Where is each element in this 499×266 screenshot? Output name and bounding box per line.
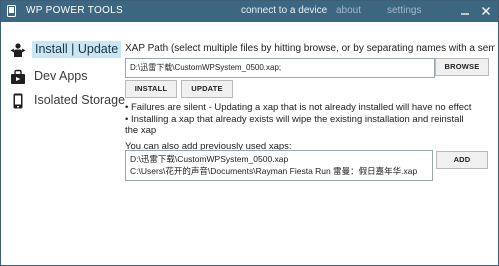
- install-icon: [10, 43, 26, 57]
- previous-xaps-label: You can also add previously used xaps:: [125, 141, 292, 150]
- nav-about-link[interactable]: about: [336, 5, 361, 16]
- minimize-icon[interactable]: [458, 4, 472, 18]
- xap-path-input[interactable]: D:\迅雷下载\CustomWPSystem_0500.xap;: [125, 58, 435, 78]
- nav-settings-link[interactable]: settings: [387, 5, 421, 16]
- title-bar: WP POWER TOOLS connect to a device about…: [1, 1, 498, 22]
- list-item[interactable]: C:\Users\花开的声音\Documents\Rayman Fiesta R…: [130, 165, 432, 177]
- sidebar-item-label: Isolated Storage: [34, 93, 126, 107]
- update-button[interactable]: UPDATE: [181, 80, 233, 98]
- xap-path-label: XAP Path (select multiple files by hitti…: [125, 43, 495, 54]
- phone-icon: [13, 93, 23, 109]
- list-item[interactable]: D:\迅雷下载\CustomWPSystem_0500.xap: [130, 153, 432, 165]
- note-failures-silent: • Failures are silent - Updating a xap t…: [125, 102, 472, 113]
- sidebar-item-dev-apps[interactable]: Dev Apps: [1, 67, 113, 87]
- browse-button[interactable]: BROWSE: [435, 58, 489, 76]
- dev-apps-icon: [11, 69, 25, 84]
- app-title: WP POWER TOOLS: [26, 5, 123, 16]
- phone-logo-icon: [7, 5, 16, 17]
- app-window: WP POWER TOOLS connect to a device about…: [0, 0, 499, 266]
- close-icon[interactable]: [479, 4, 493, 18]
- previous-xaps-list[interactable]: D:\迅雷下载\CustomWPSystem_0500.xap C:\Users…: [125, 150, 433, 181]
- note-reinstall: • Installing a xap that already exists w…: [125, 114, 464, 125]
- note-reinstall-continued: the xap: [125, 125, 157, 136]
- sidebar-item-isolated-storage[interactable]: Isolated Storage: [1, 91, 125, 111]
- add-button[interactable]: ADD: [436, 151, 488, 169]
- sidebar-item-install-update[interactable]: Install | Update: [1, 40, 122, 60]
- install-button[interactable]: INSTALL: [125, 80, 177, 98]
- sidebar-item-label: Dev Apps: [34, 69, 88, 83]
- nav-connect-link[interactable]: connect to a device: [241, 5, 327, 16]
- sidebar-item-label: Install | Update: [32, 41, 122, 58]
